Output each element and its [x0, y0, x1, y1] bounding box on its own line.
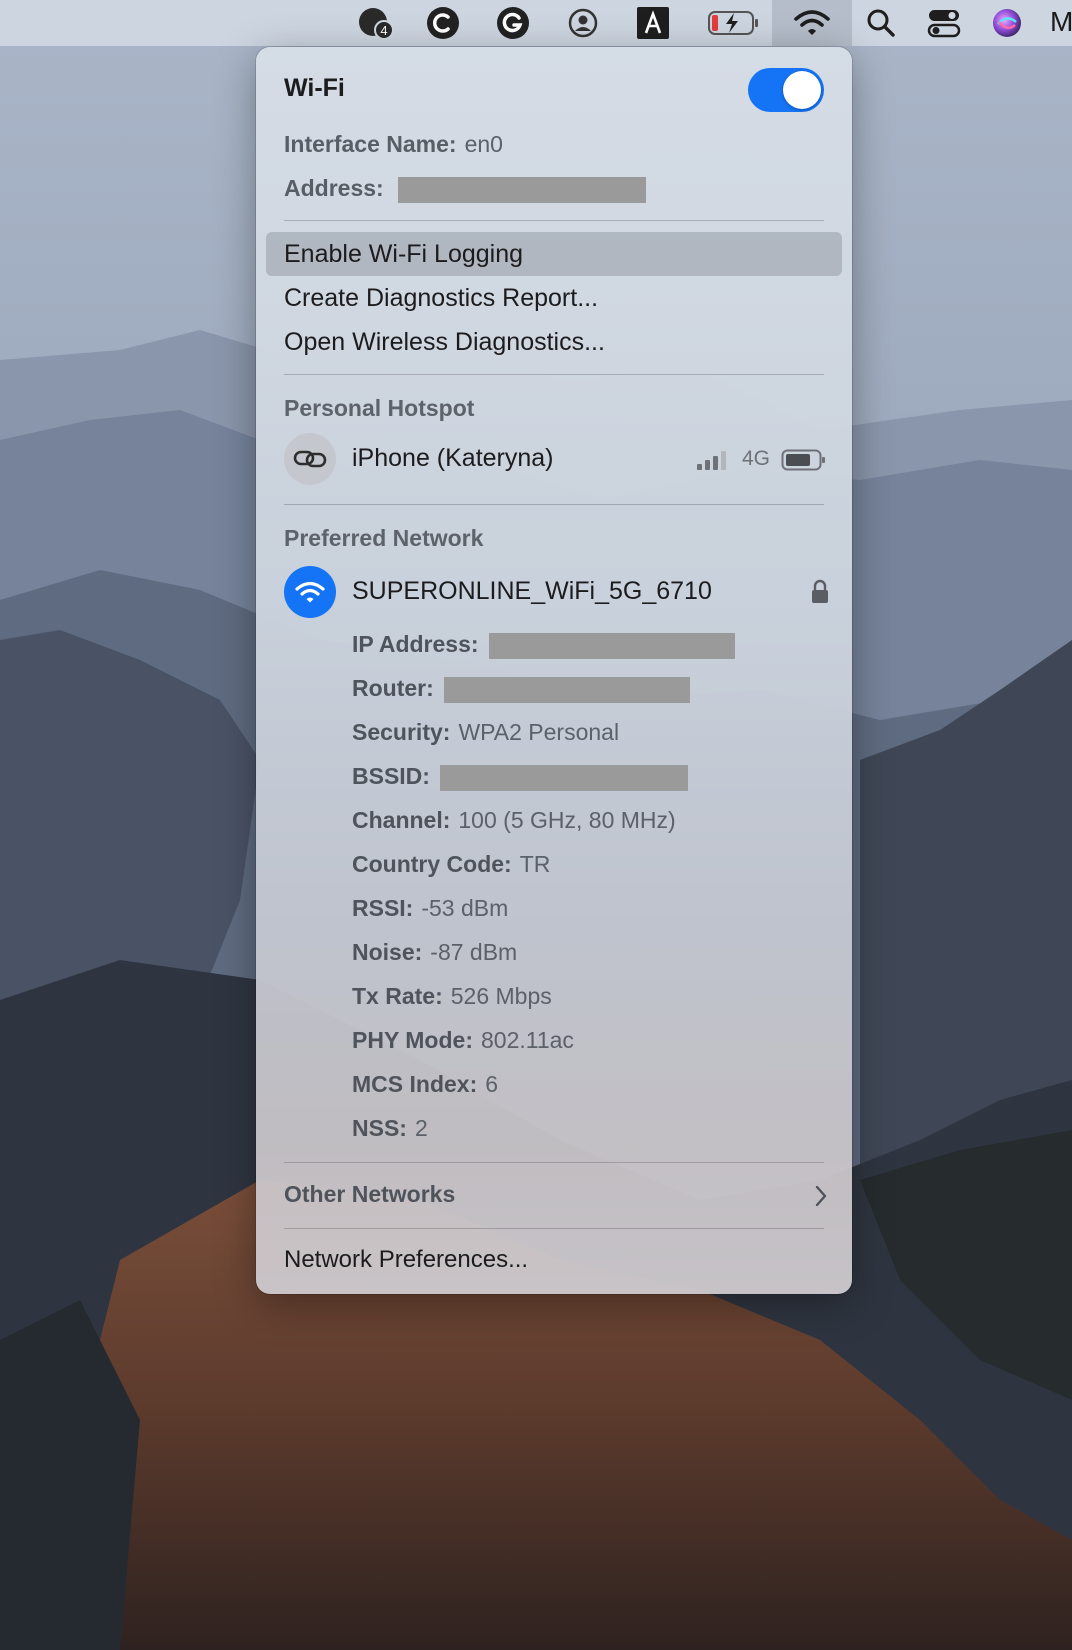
- wifi-title: Wi-Fi: [284, 74, 345, 102]
- user-circle-icon[interactable]: [564, 4, 602, 42]
- separator: [284, 1162, 824, 1163]
- ip-address-label: IP Address:: [352, 631, 479, 657]
- enable-wifi-logging-item[interactable]: Enable Wi-Fi Logging: [266, 232, 842, 276]
- lock-icon: [810, 579, 830, 610]
- siri-icon[interactable]: [990, 4, 1024, 42]
- preferred-network-ssid: SUPERONLINE_WiFi_5G_6710: [352, 577, 712, 605]
- wifi-icon: [284, 566, 336, 618]
- router-label: Router:: [352, 675, 434, 701]
- menubar-badge-count: 4: [380, 23, 387, 38]
- tx-rate-row: Tx Rate: 526 Mbps: [352, 983, 552, 1010]
- chevron-right-icon: [814, 1184, 828, 1213]
- open-wireless-diagnostics-label: Open Wireless Diagnostics...: [284, 328, 605, 356]
- nss-label: NSS:: [352, 1115, 407, 1141]
- mcs-index-label: MCS Index:: [352, 1071, 478, 1097]
- phy-mode-value: 802.11ac: [480, 1027, 574, 1053]
- create-diagnostics-report-label: Create Diagnostics Report...: [284, 284, 599, 312]
- separator: [284, 1228, 824, 1229]
- channel-value: 100 (5 GHz, 80 MHz): [458, 807, 676, 833]
- phy-mode-label: PHY Mode:: [352, 1027, 473, 1053]
- separator: [284, 374, 824, 375]
- other-networks-label: Other Networks: [284, 1181, 456, 1207]
- router-row: Router:: [352, 675, 691, 703]
- address-redacted: [398, 176, 647, 203]
- country-code-row: Country Code: TR: [352, 851, 550, 878]
- rssi-label: RSSI:: [352, 895, 414, 921]
- link-icon: [284, 433, 336, 485]
- rssi-value: -53 dBm: [421, 895, 509, 921]
- hotspot-row[interactable]: iPhone (Kateryna) 4G: [266, 429, 842, 489]
- personal-hotspot-heading: Personal Hotspot: [284, 395, 475, 421]
- control-center-icon[interactable]: [926, 4, 962, 42]
- preferred-network-heading: Preferred Network: [284, 525, 484, 551]
- separator: [284, 220, 824, 221]
- search-icon[interactable]: [864, 4, 898, 42]
- bssid-label: BSSID:: [352, 763, 430, 789]
- bssid-row: BSSID:: [352, 763, 689, 791]
- tx-rate-value: 526 Mbps: [450, 983, 552, 1009]
- channel-row: Channel: 100 (5 GHz, 80 MHz): [352, 807, 676, 834]
- security-row: Security: WPA2 Personal: [352, 719, 619, 746]
- wifi-toggle-knob: [783, 71, 821, 109]
- interface-name-row: Interface Name: en0: [284, 131, 503, 158]
- hotspot-device-name: iPhone (Kateryna): [352, 444, 554, 472]
- country-code-value: TR: [519, 851, 551, 877]
- hotspot-network-type: 4G: [742, 447, 771, 470]
- ip-address-redacted: [488, 632, 735, 659]
- bssid-redacted: [440, 764, 689, 791]
- security-label: Security:: [352, 719, 451, 745]
- open-wireless-diagnostics-item[interactable]: Open Wireless Diagnostics...: [266, 320, 842, 364]
- battery-charging-icon[interactable]: [706, 4, 762, 42]
- phy-mode-row: PHY Mode: 802.11ac: [352, 1027, 574, 1054]
- create-diagnostics-report-item[interactable]: Create Diagnostics Report...: [266, 276, 842, 320]
- security-value: WPA2 Personal: [458, 719, 620, 745]
- address-label: Address:: [284, 175, 384, 201]
- noise-row: Noise: -87 dBm: [352, 939, 517, 966]
- channel-label: Channel:: [352, 807, 451, 833]
- network-preferences-item[interactable]: Network Preferences...: [284, 1246, 528, 1274]
- enable-wifi-logging-label: Enable Wi-Fi Logging: [284, 240, 524, 268]
- hotspot-battery-icon: [781, 448, 827, 477]
- badge-app-icon[interactable]: 4: [355, 4, 397, 42]
- country-code-label: Country Code:: [352, 851, 512, 877]
- preferred-network-row[interactable]: SUPERONLINE_WiFi_5G_6710: [266, 562, 842, 622]
- nss-row: NSS: 2: [352, 1115, 428, 1142]
- noise-value: -87 dBm: [430, 939, 518, 965]
- nss-value: 2: [414, 1115, 428, 1141]
- mcs-index-value: 6: [485, 1071, 499, 1097]
- menubar-trailing-letter[interactable]: M: [1050, 6, 1072, 38]
- mcs-index-row: MCS Index: 6: [352, 1071, 498, 1098]
- cellular-signal-icon: [696, 449, 732, 476]
- interface-name-value: en0: [464, 131, 503, 157]
- text-a-icon[interactable]: [634, 4, 672, 42]
- separator: [284, 504, 824, 505]
- menu-bar: 4 M: [0, 0, 1072, 46]
- c-circle-icon[interactable]: [424, 4, 462, 42]
- router-redacted: [444, 676, 691, 703]
- interface-name-label: Interface Name:: [284, 131, 457, 157]
- ip-address-row: IP Address:: [352, 631, 735, 659]
- wifi-menu-panel: Wi-Fi Interface Name: en0 Address: Enable…: [256, 47, 852, 1294]
- noise-label: Noise:: [352, 939, 423, 965]
- tx-rate-label: Tx Rate:: [352, 983, 443, 1009]
- other-networks-item[interactable]: Other Networks: [266, 1169, 842, 1221]
- address-row: Address:: [284, 175, 647, 203]
- wifi-toggle[interactable]: [748, 68, 824, 112]
- rssi-row: RSSI: -53 dBm: [352, 895, 508, 922]
- grammarly-icon[interactable]: [494, 4, 532, 42]
- wifi-icon[interactable]: [792, 4, 832, 42]
